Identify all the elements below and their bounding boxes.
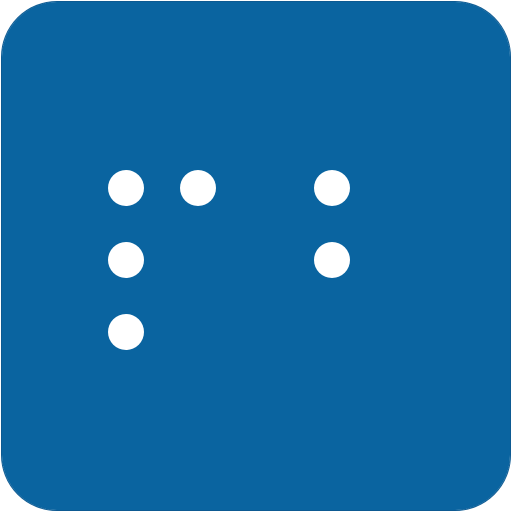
braille-app-icon[interactable] [1,1,511,511]
braille-dot-2 [108,242,144,278]
braille-dot-3 [108,314,144,350]
icon-background [2,2,510,510]
braille-dot-4 [180,170,216,206]
braille-dot-4 [314,170,350,206]
braille-dot-5 [314,242,350,278]
braille-dot-1 [108,170,144,206]
braille-glyph-icon [2,2,510,510]
